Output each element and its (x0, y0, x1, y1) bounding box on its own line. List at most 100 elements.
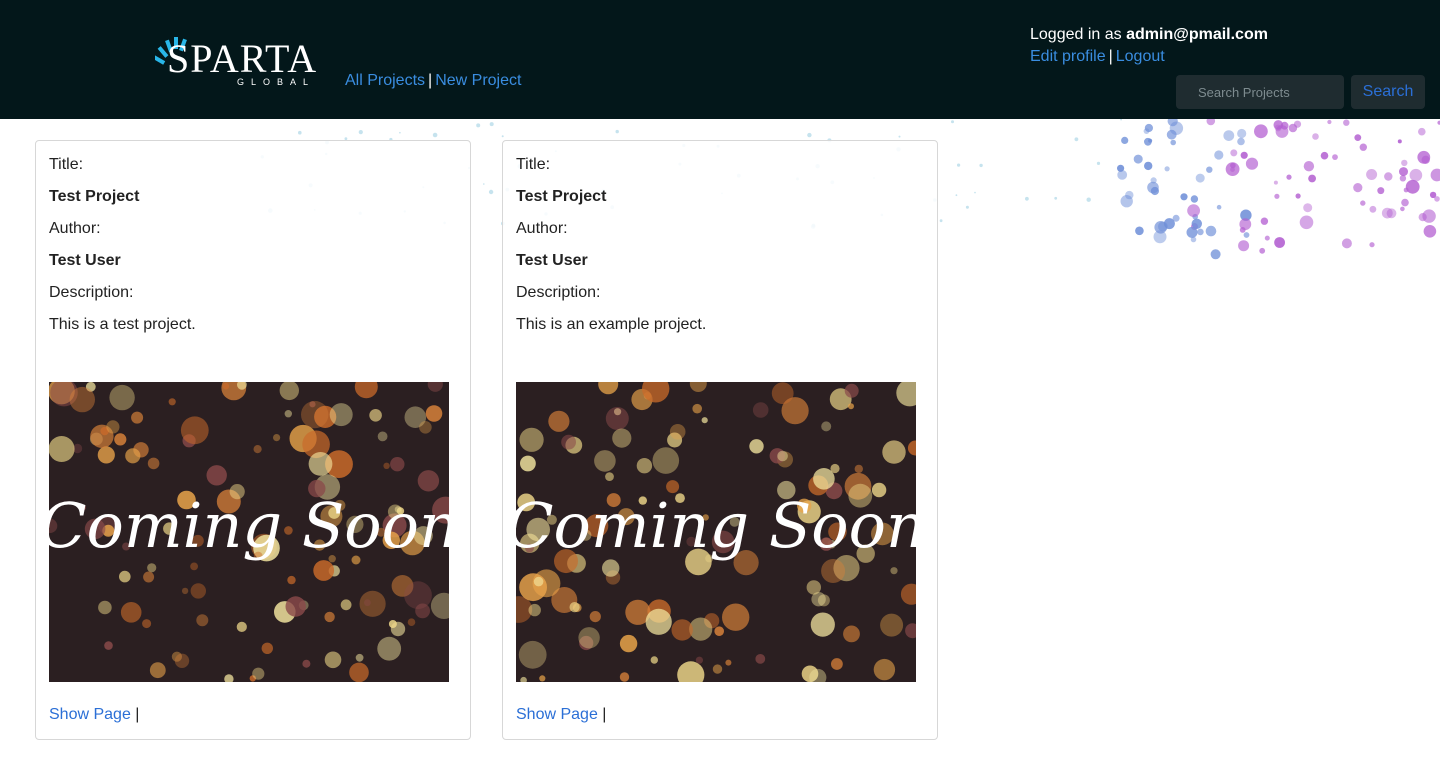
sparta-global-logo[interactable]: SPARTA GLOBAL (155, 30, 316, 90)
edit-profile-link[interactable]: Edit profile (1030, 48, 1106, 65)
bokeh-light (830, 463, 840, 474)
splatter-dot (1216, 204, 1222, 210)
bokeh-light (771, 382, 794, 405)
bokeh-light (561, 434, 576, 450)
splatter-speck (1086, 197, 1091, 202)
splatter-dot (1288, 123, 1298, 133)
bokeh-light (539, 675, 546, 682)
splatter-dot (1125, 190, 1134, 200)
splatter-dot (1237, 137, 1245, 146)
logout-link[interactable]: Logout (1116, 48, 1165, 65)
bokeh-light (261, 642, 273, 654)
splatter-dot (1369, 242, 1375, 248)
splatter-dot (1260, 217, 1269, 225)
splatter-dot (1295, 193, 1301, 199)
splatter-dot (1430, 168, 1440, 182)
card-footer: Show Page | (516, 706, 606, 724)
splatter-dot (1239, 227, 1246, 233)
splatter-speck (399, 131, 401, 134)
bokeh-light (520, 455, 536, 472)
bokeh-light (302, 659, 311, 668)
splatter-dot (1286, 174, 1292, 180)
bokeh-light (106, 420, 120, 434)
bokeh-light (285, 596, 306, 617)
bokeh-light (147, 563, 157, 573)
bokeh-light (669, 424, 686, 440)
bokeh-light (777, 450, 788, 462)
bokeh-light (49, 436, 75, 462)
bokeh-light (324, 611, 335, 623)
splatter-speck (501, 135, 504, 138)
bokeh-light (519, 573, 547, 602)
bokeh-light (324, 651, 342, 669)
bokeh-light (810, 612, 835, 637)
splatter-dot (1187, 204, 1200, 217)
bokeh-light (388, 620, 397, 628)
search-button[interactable]: Search (1351, 75, 1425, 109)
image-caption: Coming Soon (49, 489, 449, 562)
bokeh-light (114, 433, 127, 446)
bokeh-light (854, 464, 863, 474)
show-page-link[interactable]: Show Page (49, 706, 131, 723)
bokeh-light (671, 619, 693, 641)
image-caption: Coming Soon (516, 489, 916, 562)
splatter-speck (939, 219, 943, 223)
splatter-dot (1264, 235, 1270, 241)
bokeh-light (695, 656, 703, 664)
bokeh-light (168, 398, 176, 406)
logo-subtitle: GLOBAL (237, 77, 316, 87)
splatter-dot (1273, 180, 1278, 185)
splatter-dot (1401, 159, 1408, 167)
splatter-dot (1158, 221, 1168, 232)
splatter-speck (476, 123, 481, 128)
bokeh-light (619, 634, 638, 653)
splatter-dot (1117, 164, 1125, 172)
bokeh-light (518, 640, 547, 669)
splatter-speck (1054, 196, 1058, 200)
bokeh-light (273, 434, 281, 442)
bokeh-light (425, 405, 443, 422)
author-label: Author: (49, 220, 101, 237)
project-title: Test Project (516, 188, 607, 205)
bokeh-light (142, 619, 152, 629)
splatter-dot (1254, 124, 1268, 139)
splatter-dot (1214, 150, 1224, 160)
splatter-dot (1400, 206, 1405, 212)
splatter-dot (1205, 225, 1217, 237)
splatter-dot (1405, 179, 1420, 194)
bokeh-light (404, 581, 432, 610)
splatter-dot (1197, 228, 1204, 236)
bokeh-light (848, 403, 854, 410)
bokeh-light (98, 600, 112, 615)
splatter-dot (1399, 167, 1408, 177)
bokeh-light (109, 384, 135, 411)
bokeh-light (890, 567, 898, 575)
bokeh-light (369, 409, 382, 422)
bokeh-light (843, 625, 860, 643)
splatter-dot (1191, 218, 1203, 229)
bokeh-light (149, 662, 166, 679)
bokeh-light (605, 407, 629, 430)
project-image: Coming Soon (516, 382, 916, 682)
search-input[interactable] (1176, 75, 1344, 109)
bokeh-light (340, 599, 352, 611)
bokeh-light (181, 587, 189, 595)
show-page-link[interactable]: Show Page (516, 706, 598, 723)
splatter-speck (957, 163, 961, 167)
bokeh-light (131, 411, 144, 424)
splatter-speck (1074, 137, 1079, 142)
coming-soon-image: Coming Soon (516, 382, 916, 682)
new-project-link[interactable]: New Project (435, 72, 521, 89)
all-projects-link[interactable]: All Projects (345, 72, 425, 89)
splatter-dot (1243, 232, 1250, 238)
bokeh-light (284, 410, 292, 418)
splatter-dot (1230, 149, 1238, 157)
account-separator: | (1108, 48, 1113, 65)
user-email: admin@pmail.com (1126, 26, 1268, 43)
splatter-dot (1403, 187, 1409, 193)
bokeh-light (190, 562, 199, 571)
project-description: This is an example project. (516, 316, 707, 333)
logged-in-line: Logged in as admin@pmail.com (1030, 24, 1268, 46)
bokeh-light (147, 457, 160, 470)
bokeh-light (308, 452, 333, 476)
